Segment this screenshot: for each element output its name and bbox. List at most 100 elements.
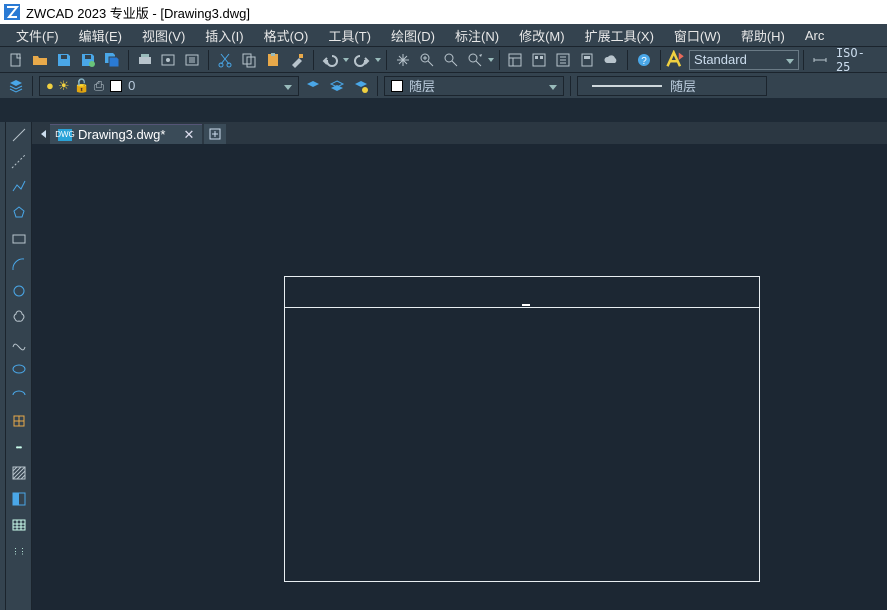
draw-toolbar: ••• ⋮⋮ [6, 122, 32, 610]
menu-modify[interactable]: 修改(M) [509, 24, 575, 47]
document-tab-active[interactable]: DWG Drawing3.dwg* ✕ [50, 124, 202, 144]
separator [313, 50, 314, 70]
redo-icon[interactable] [351, 49, 373, 71]
drawing-line [285, 307, 759, 308]
tab-list-chevron-icon[interactable] [36, 124, 50, 144]
new-tab-button[interactable] [204, 124, 226, 144]
linetype-preview [592, 85, 662, 87]
drawing-canvas[interactable] [32, 144, 887, 610]
menu-edit[interactable]: 编辑(E) [69, 24, 132, 47]
separator [386, 50, 387, 70]
chevron-down-icon [780, 52, 794, 67]
separator [627, 50, 628, 70]
polyline-icon[interactable] [8, 176, 30, 198]
menu-arc[interactable]: Arc [795, 26, 835, 45]
tab-close-icon[interactable]: ✕ [183, 127, 194, 143]
point-icon[interactable]: ••• [8, 436, 30, 458]
paste-icon[interactable] [262, 49, 284, 71]
layer-manager-icon[interactable] [5, 75, 27, 97]
window-title: ZWCAD 2023 专业版 - [Drawing3.dwg] [26, 3, 250, 22]
menu-tools[interactable]: 工具(T) [318, 24, 381, 47]
save-icon[interactable] [53, 49, 75, 71]
document-area: DWG Drawing3.dwg* ✕ [32, 122, 887, 610]
hatch-icon[interactable] [8, 462, 30, 484]
ellipse-arc-icon[interactable] [8, 384, 30, 406]
layer-states-icon[interactable] [326, 75, 348, 97]
layer-color-swatch [110, 80, 122, 92]
zoom-previous-icon[interactable] [464, 49, 486, 71]
dim-style-icon[interactable] [809, 49, 831, 71]
layer-prev-icon[interactable] [302, 75, 324, 97]
spline-icon[interactable] [8, 332, 30, 354]
zoom-realtime-icon[interactable] [416, 49, 438, 71]
separator [377, 76, 378, 96]
new-icon[interactable] [5, 49, 27, 71]
gradient-icon[interactable] [8, 488, 30, 510]
properties-icon[interactable] [505, 49, 527, 71]
undo-dropdown[interactable] [342, 49, 350, 71]
text-style-field[interactable]: Standard [689, 50, 799, 70]
document-tab-label: Drawing3.dwg* [78, 127, 165, 142]
ellipse-icon[interactable] [8, 358, 30, 380]
bulb-on-icon: ● [46, 78, 54, 93]
menu-file[interactable]: 文件(F) [6, 24, 69, 47]
plot-preview-icon[interactable] [158, 49, 180, 71]
redo-dropdown[interactable] [374, 49, 382, 71]
zoom-window-icon[interactable] [440, 49, 462, 71]
text-style-selector[interactable]: Standard [665, 49, 799, 71]
separator [128, 50, 129, 70]
workspace: ••• ⋮⋮ DWG Drawing3.dwg* ✕ [0, 122, 887, 610]
xline-icon[interactable] [8, 150, 30, 172]
menu-annotate[interactable]: 标注(N) [445, 24, 509, 47]
copy-icon[interactable] [238, 49, 260, 71]
more-tools-icon[interactable]: ⋮⋮ [8, 540, 30, 562]
separator [570, 76, 571, 96]
save-all-icon[interactable] [101, 49, 123, 71]
current-layer-name: 0 [128, 78, 135, 93]
layer-iso-icon[interactable] [350, 75, 372, 97]
svg-text:?: ? [641, 56, 647, 67]
menu-format[interactable]: 格式(O) [254, 24, 319, 47]
open-icon[interactable] [29, 49, 51, 71]
plot-on-icon: ⎙ [94, 78, 104, 94]
menu-window[interactable]: 窗口(W) [664, 24, 731, 47]
calc-icon[interactable] [576, 49, 598, 71]
zoom-dropdown[interactable] [487, 49, 495, 71]
polygon-icon[interactable] [8, 202, 30, 224]
menu-draw[interactable]: 绘图(D) [381, 24, 445, 47]
match-props-icon[interactable] [286, 49, 308, 71]
table-icon[interactable] [8, 514, 30, 536]
document-tabstrip: DWG Drawing3.dwg* ✕ [32, 122, 887, 144]
menu-ext[interactable]: 扩展工具(X) [575, 24, 664, 47]
text-style-value: Standard [694, 52, 747, 67]
menu-insert[interactable]: 插入(I) [195, 24, 253, 47]
separator [32, 76, 33, 96]
help-icon[interactable]: ? [633, 49, 655, 71]
pan-icon[interactable] [392, 49, 414, 71]
color-combo[interactable]: 随层 [384, 76, 564, 96]
cloud-icon[interactable] [600, 49, 622, 71]
undo-icon[interactable] [319, 49, 341, 71]
tool-palette-icon[interactable] [552, 49, 574, 71]
color-swatch [391, 80, 403, 92]
circle-icon[interactable] [8, 280, 30, 302]
save-as-icon[interactable] [77, 49, 99, 71]
standard-toolbar: ? Standard ISO-25 [0, 46, 887, 72]
menu-view[interactable]: 视图(V) [132, 24, 195, 47]
current-layer-combo[interactable]: ● ☀ 🔓 ⎙ 0 [39, 76, 299, 96]
revcloud-icon[interactable] [8, 306, 30, 328]
cut-icon[interactable] [214, 49, 236, 71]
rectangle-icon[interactable] [8, 228, 30, 250]
design-center-icon[interactable] [528, 49, 550, 71]
block-insert-icon[interactable] [8, 410, 30, 432]
linetype-value: 随层 [670, 76, 696, 95]
plot-icon[interactable] [134, 49, 156, 71]
linetype-combo[interactable]: 随层 [577, 76, 767, 96]
text-style-icon [665, 50, 685, 70]
line-icon[interactable] [8, 124, 30, 146]
arc-icon[interactable] [8, 254, 30, 276]
chevron-down-icon [278, 78, 292, 93]
menu-help[interactable]: 帮助(H) [731, 24, 795, 47]
lock-open-icon: 🔓 [74, 78, 90, 94]
publish-icon[interactable] [181, 49, 203, 71]
